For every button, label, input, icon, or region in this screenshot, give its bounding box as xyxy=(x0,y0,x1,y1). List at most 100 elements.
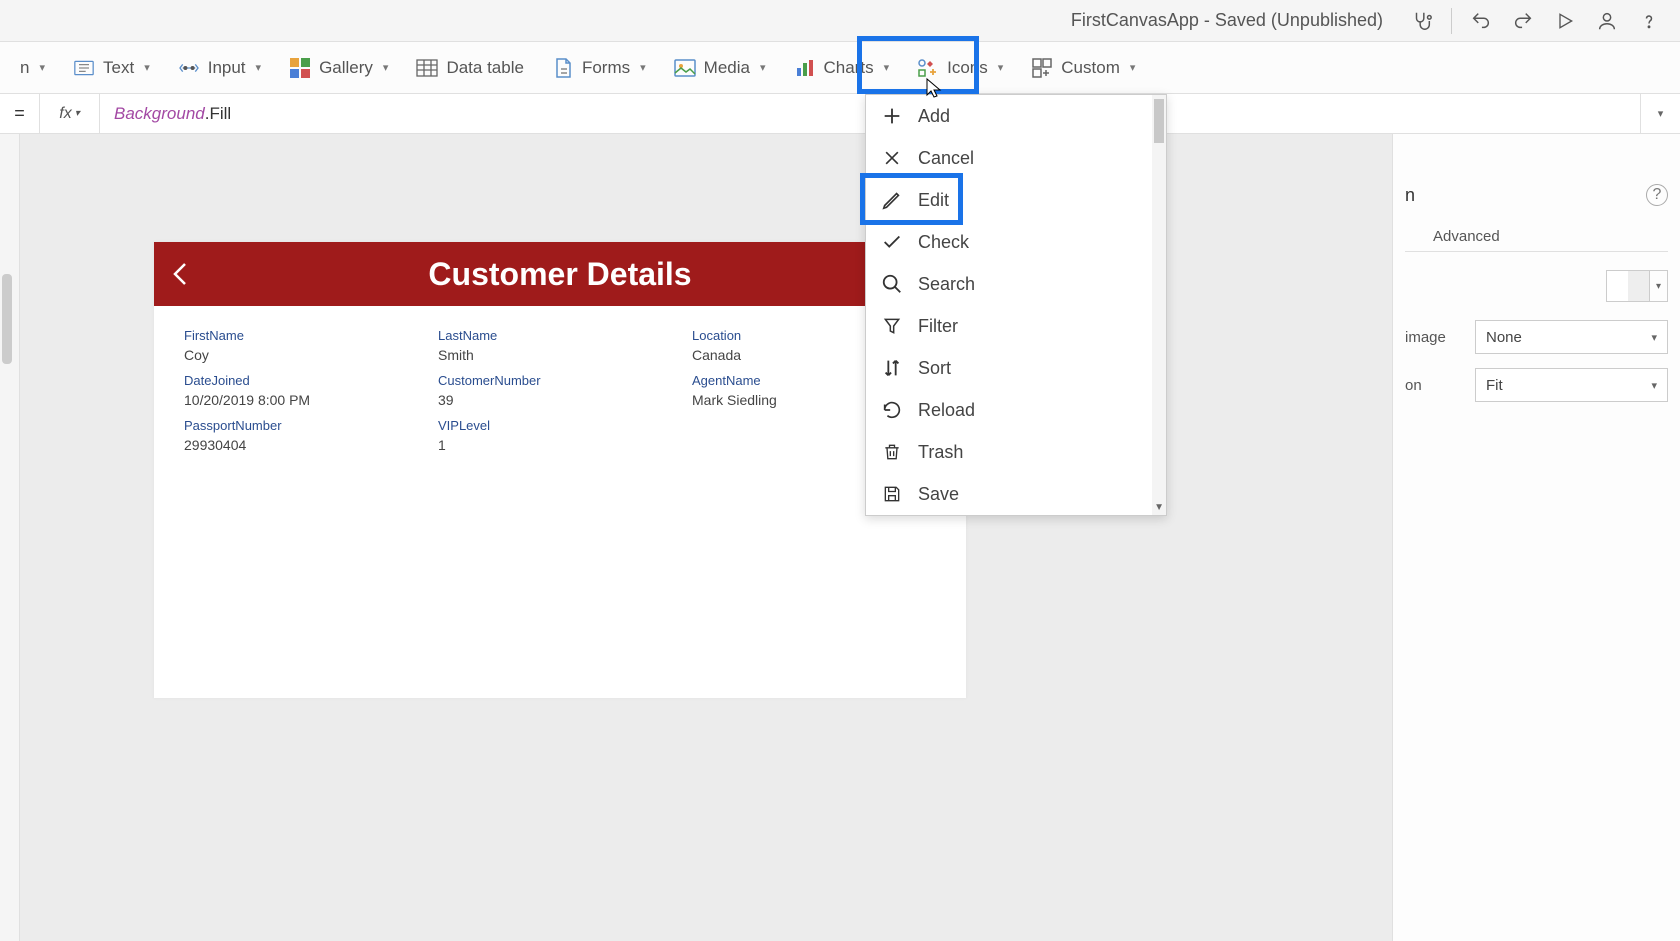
dd-item-trash[interactable]: Trash xyxy=(866,431,1166,473)
add-icon xyxy=(880,104,904,128)
ribbon-forms-label: Forms xyxy=(582,58,630,78)
position-label: on xyxy=(1405,377,1465,394)
ribbon-text-label: Text xyxy=(103,58,134,78)
charts-icon xyxy=(794,57,816,79)
screen-header: Customer Details xyxy=(154,242,966,306)
ribbon-gallery[interactable]: Gallery▾ xyxy=(275,49,402,87)
title-bar: FirstCanvasApp - Saved (Unpublished) xyxy=(0,0,1680,42)
play-icon[interactable] xyxy=(1546,2,1584,40)
input-icon xyxy=(178,57,200,79)
formula-expand-button[interactable]: ▾ xyxy=(1640,94,1680,133)
field-passportnumber: PassportNumber29930404 xyxy=(184,418,428,453)
text-icon xyxy=(73,57,95,79)
tab-advanced[interactable]: Advanced xyxy=(1433,222,1500,251)
ribbon-charts[interactable]: Charts▾ xyxy=(780,49,904,87)
person-icon[interactable] xyxy=(1588,2,1626,40)
left-scroll-thumb[interactable] xyxy=(2,274,12,364)
title-actions xyxy=(1403,2,1668,40)
panel-help-icon[interactable]: ? xyxy=(1646,184,1668,206)
dd-search-label: Search xyxy=(918,274,975,295)
dropdown-scroll-thumb[interactable] xyxy=(1154,99,1164,143)
icons-icon xyxy=(917,57,939,79)
stethoscope-icon[interactable] xyxy=(1403,2,1441,40)
field-firstname: FirstNameCoy xyxy=(184,328,428,363)
ribbon-input-label: Input xyxy=(208,58,246,78)
image-label: image xyxy=(1405,329,1465,346)
dd-item-search[interactable]: Search xyxy=(866,263,1166,305)
fill-chevron-icon[interactable]: ▾ xyxy=(1650,270,1668,302)
cancel-icon xyxy=(880,146,904,170)
ribbon-media-label: Media xyxy=(704,58,750,78)
dd-item-edit[interactable]: Edit xyxy=(866,179,1166,221)
dropdown-scroll-down-icon[interactable]: ▼ xyxy=(1154,502,1164,513)
dd-cancel-label: Cancel xyxy=(918,148,974,169)
dd-reload-label: Reload xyxy=(918,400,975,421)
reload-icon xyxy=(880,398,904,422)
field-lastname: LastNameSmith xyxy=(438,328,682,363)
details-grid: FirstNameCoy LastNameSmith LocationCanad… xyxy=(154,306,966,475)
ribbon-icons-label: Icons xyxy=(947,58,988,78)
ribbon-custom[interactable]: Custom▾ xyxy=(1017,49,1149,87)
canvas-screen[interactable]: Customer Details FirstNameCoy LastNameSm… xyxy=(154,242,966,698)
ribbon-gallery-label: Gallery xyxy=(319,58,373,78)
ribbon-custom-label: Custom xyxy=(1061,58,1120,78)
main-area: Customer Details FirstNameCoy LastNameSm… xyxy=(0,134,1680,941)
field-viplevel: VIPLevel1 xyxy=(438,418,682,453)
dd-edit-label: Edit xyxy=(918,190,949,211)
ribbon-datatable[interactable]: Data table xyxy=(402,49,538,87)
dd-trash-label: Trash xyxy=(918,442,963,463)
save-icon xyxy=(880,482,904,506)
dd-item-add[interactable]: Add xyxy=(866,95,1166,137)
ribbon-forms[interactable]: Forms▾ xyxy=(538,49,660,87)
divider xyxy=(1451,8,1452,34)
dd-sort-label: Sort xyxy=(918,358,951,379)
dd-check-label: Check xyxy=(918,232,969,253)
ribbon-input[interactable]: Input▾ xyxy=(164,49,275,87)
formula-property: Background xyxy=(114,104,205,123)
position-select[interactable]: Fit▾ xyxy=(1475,368,1668,402)
trash-icon xyxy=(880,440,904,464)
image-select[interactable]: None▾ xyxy=(1475,320,1668,354)
ribbon-icons[interactable]: Icons▾ xyxy=(903,49,1017,87)
formula-equals: = xyxy=(0,94,40,133)
help-icon[interactable] xyxy=(1630,2,1668,40)
ribbon-media[interactable]: Media▾ xyxy=(660,49,780,87)
undo-icon[interactable] xyxy=(1462,2,1500,40)
field-datejoined: DateJoined10/20/2019 8:00 PM xyxy=(184,373,428,408)
formula-fx-button[interactable]: fx▾ xyxy=(40,94,100,133)
ribbon-charts-label: Charts xyxy=(824,58,874,78)
search-icon xyxy=(880,272,904,296)
dd-item-reload[interactable]: Reload xyxy=(866,389,1166,431)
dd-item-filter[interactable]: Filter xyxy=(866,305,1166,347)
icons-dropdown: Add Cancel Edit Check Search Filter Sort xyxy=(865,94,1167,516)
fill-swatch[interactable] xyxy=(1606,270,1650,302)
ribbon-datatable-label: Data table xyxy=(446,58,524,78)
dd-add-label: Add xyxy=(918,106,950,127)
forms-icon xyxy=(552,57,574,79)
formula-rest: .Fill xyxy=(205,104,231,123)
ribbon-partial-left[interactable]: n▾ xyxy=(20,50,59,86)
edit-icon xyxy=(880,188,904,212)
properties-panel: n ? Advanced ▾ image None▾ on Fit▾ xyxy=(1392,134,1680,941)
dd-item-cancel[interactable]: Cancel xyxy=(866,137,1166,179)
custom-icon xyxy=(1031,57,1053,79)
filter-icon xyxy=(880,314,904,338)
dropdown-scrollbar[interactable]: ▼ xyxy=(1152,95,1166,515)
check-icon xyxy=(880,230,904,254)
app-title: FirstCanvasApp - Saved (Unpublished) xyxy=(1071,10,1383,31)
panel-title: n xyxy=(1405,185,1415,206)
sort-icon xyxy=(880,356,904,380)
dd-item-save[interactable]: Save xyxy=(866,473,1166,515)
screen-title: Customer Details xyxy=(154,256,966,293)
formula-bar: = fx▾ Background.Fill ▾ xyxy=(0,94,1680,134)
dd-item-check[interactable]: Check xyxy=(866,221,1166,263)
panel-tabs: Advanced xyxy=(1405,222,1668,252)
left-rail xyxy=(0,134,20,941)
gallery-icon xyxy=(289,57,311,79)
dd-filter-label: Filter xyxy=(918,316,958,337)
redo-icon[interactable] xyxy=(1504,2,1542,40)
dd-item-sort[interactable]: Sort xyxy=(866,347,1166,389)
dd-save-label: Save xyxy=(918,484,959,505)
media-icon xyxy=(674,57,696,79)
ribbon-text[interactable]: Text▾ xyxy=(59,49,164,87)
